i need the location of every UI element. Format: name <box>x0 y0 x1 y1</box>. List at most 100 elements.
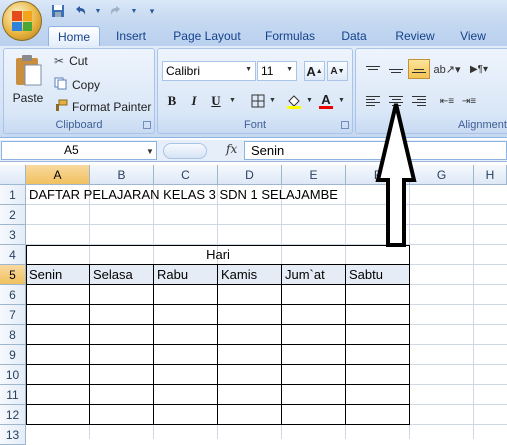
row-header-2[interactable]: 2 <box>0 205 26 225</box>
row-header-10[interactable]: 10 <box>0 365 26 385</box>
table-border <box>89 265 90 425</box>
font-color-button[interactable]: A <box>316 91 336 111</box>
row-header-5[interactable]: 5 <box>0 265 26 285</box>
clipboard-group-label: Clipboard <box>55 119 103 131</box>
font-size-select[interactable]: 11 ▼ <box>257 61 297 81</box>
select-all-corner[interactable] <box>0 165 26 185</box>
chevron-down-icon[interactable]: ▼ <box>338 97 345 104</box>
chevron-down-icon[interactable]: ▼ <box>130 3 138 19</box>
table-border <box>26 344 410 345</box>
table-border <box>26 384 410 385</box>
ribbon: Paste ✂ Cut Copy Format Painter Clipboar… <box>0 46 507 138</box>
paste-icon <box>16 55 42 86</box>
chevron-down-icon: ▼ <box>245 66 252 73</box>
tab-formulas[interactable]: Formulas <box>258 26 322 46</box>
font-group: Calibri ▼ 11 ▼ A ▲ A ▼ B I U ▼ ▼ ▼ A ▼ F… <box>157 48 353 134</box>
chevron-down-icon[interactable]: ▼ <box>229 97 236 104</box>
formula-divider-icon <box>163 143 207 159</box>
clipboard-group: Paste ✂ Cut Copy Format Painter Clipboar… <box>3 48 155 134</box>
bold-button[interactable]: B <box>162 91 182 111</box>
column-header-a[interactable]: A <box>26 165 90 185</box>
borders-icon <box>251 94 265 108</box>
row-header-8[interactable]: 8 <box>0 325 26 345</box>
fill-color-icon <box>287 95 301 109</box>
increase-indent-button[interactable]: ⇥≡ <box>458 91 480 111</box>
tab-review[interactable]: Review <box>390 26 440 46</box>
font-name-select[interactable]: Calibri ▼ <box>162 61 256 81</box>
row-header-13[interactable]: 13 <box>0 425 26 445</box>
format-painter-button[interactable]: Format Painter <box>54 99 151 115</box>
paste-button[interactable]: Paste <box>8 53 48 117</box>
wrap-text-button[interactable]: ▶¶▾ <box>468 59 490 79</box>
row-header-9[interactable]: 9 <box>0 345 26 365</box>
row-header-3[interactable]: 3 <box>0 225 26 245</box>
table-border <box>26 304 410 305</box>
cell-kamis[interactable]: Kamis <box>221 265 257 285</box>
worksheet-grid[interactable]: A B C D E F G H 1 2 3 4 5 6 7 8 9 10 11 … <box>0 165 507 445</box>
column-header-b[interactable]: B <box>90 165 154 185</box>
redo-icon[interactable] <box>108 3 124 19</box>
chevron-down-icon[interactable]: ▼ <box>94 3 102 19</box>
cell-jumat[interactable]: Jum`at <box>285 265 325 285</box>
italic-icon: I <box>191 93 197 108</box>
office-button[interactable] <box>2 1 42 41</box>
italic-button[interactable]: I <box>184 91 204 111</box>
tab-insert[interactable]: Insert <box>108 26 154 46</box>
orientation-button[interactable]: ab↗▾ <box>434 59 461 79</box>
row-header-4[interactable]: 4 <box>0 245 26 265</box>
annotation-arrow-icon <box>375 103 417 247</box>
top-align-button[interactable] <box>362 59 384 79</box>
dialog-launcher-icon[interactable] <box>341 121 349 129</box>
chevron-down-icon[interactable]: ▼ <box>306 97 313 104</box>
row-header-1[interactable]: 1 <box>0 185 26 205</box>
row-header-12[interactable]: 12 <box>0 405 26 425</box>
save-icon[interactable] <box>50 3 66 19</box>
tab-home[interactable]: Home <box>48 26 100 46</box>
borders-button[interactable] <box>248 91 268 111</box>
dialog-launcher-icon[interactable] <box>143 121 151 129</box>
column-header-h[interactable]: H <box>474 165 507 185</box>
tab-view[interactable]: View <box>452 26 494 46</box>
format-painter-icon <box>54 99 68 115</box>
grow-font-button[interactable]: A ▲ <box>304 61 325 81</box>
row-header-7[interactable]: 7 <box>0 305 26 325</box>
copy-label: Copy <box>72 78 101 92</box>
insert-function-icon[interactable]: fx <box>226 142 237 156</box>
decrease-indent-icon: ⇤≡ <box>439 95 455 107</box>
chevron-down-icon[interactable]: ▼ <box>269 97 276 104</box>
format-painter-label: Format Painter <box>72 100 152 114</box>
table-border <box>345 265 346 425</box>
cell-a1[interactable]: DAFTAR PELAJARAN KELAS 3 SDN 1 SELAJAMBE <box>29 185 338 205</box>
undo-icon[interactable] <box>72 3 88 19</box>
customize-icon[interactable]: ▾ <box>144 3 160 19</box>
tab-page-layout[interactable]: Page Layout <box>168 26 246 46</box>
chevron-down-icon: ▼ <box>286 66 293 73</box>
copy-button[interactable]: Copy <box>54 77 100 93</box>
tab-data[interactable]: Data <box>334 26 374 46</box>
cell-sabtu[interactable]: Sabtu <box>349 265 383 285</box>
cell-hari[interactable]: Hari <box>26 245 410 265</box>
wrap-text-icon: ▶¶▾ <box>469 63 489 75</box>
column-header-e[interactable]: E <box>282 165 346 185</box>
decrease-indent-button[interactable]: ⇤≡ <box>436 91 458 111</box>
paste-label: Paste <box>12 91 44 105</box>
fill-color-button[interactable] <box>284 91 304 111</box>
bottom-align-button[interactable] <box>408 59 430 79</box>
row-header-6[interactable]: 6 <box>0 285 26 305</box>
grow-font-icon: A <box>306 63 316 79</box>
cut-button[interactable]: ✂ Cut <box>54 54 88 68</box>
chevron-down-icon[interactable]: ▼ <box>146 147 154 156</box>
column-header-c[interactable]: C <box>154 165 218 185</box>
underline-button[interactable]: U <box>206 91 226 111</box>
middle-align-button[interactable] <box>385 59 407 79</box>
table-border <box>281 265 282 425</box>
shrink-font-button[interactable]: A ▼ <box>327 61 348 81</box>
cell-selasa[interactable]: Selasa <box>93 265 133 285</box>
row-header-11[interactable]: 11 <box>0 385 26 405</box>
column-header-d[interactable]: D <box>218 165 282 185</box>
cell-rabu[interactable]: Rabu <box>157 265 188 285</box>
name-box[interactable]: A5 <box>1 141 157 160</box>
quick-access-toolbar: ▼ ▼ ▾ <box>50 3 160 19</box>
cell-senin[interactable]: Senin <box>29 265 62 285</box>
bold-icon: B <box>167 93 177 108</box>
